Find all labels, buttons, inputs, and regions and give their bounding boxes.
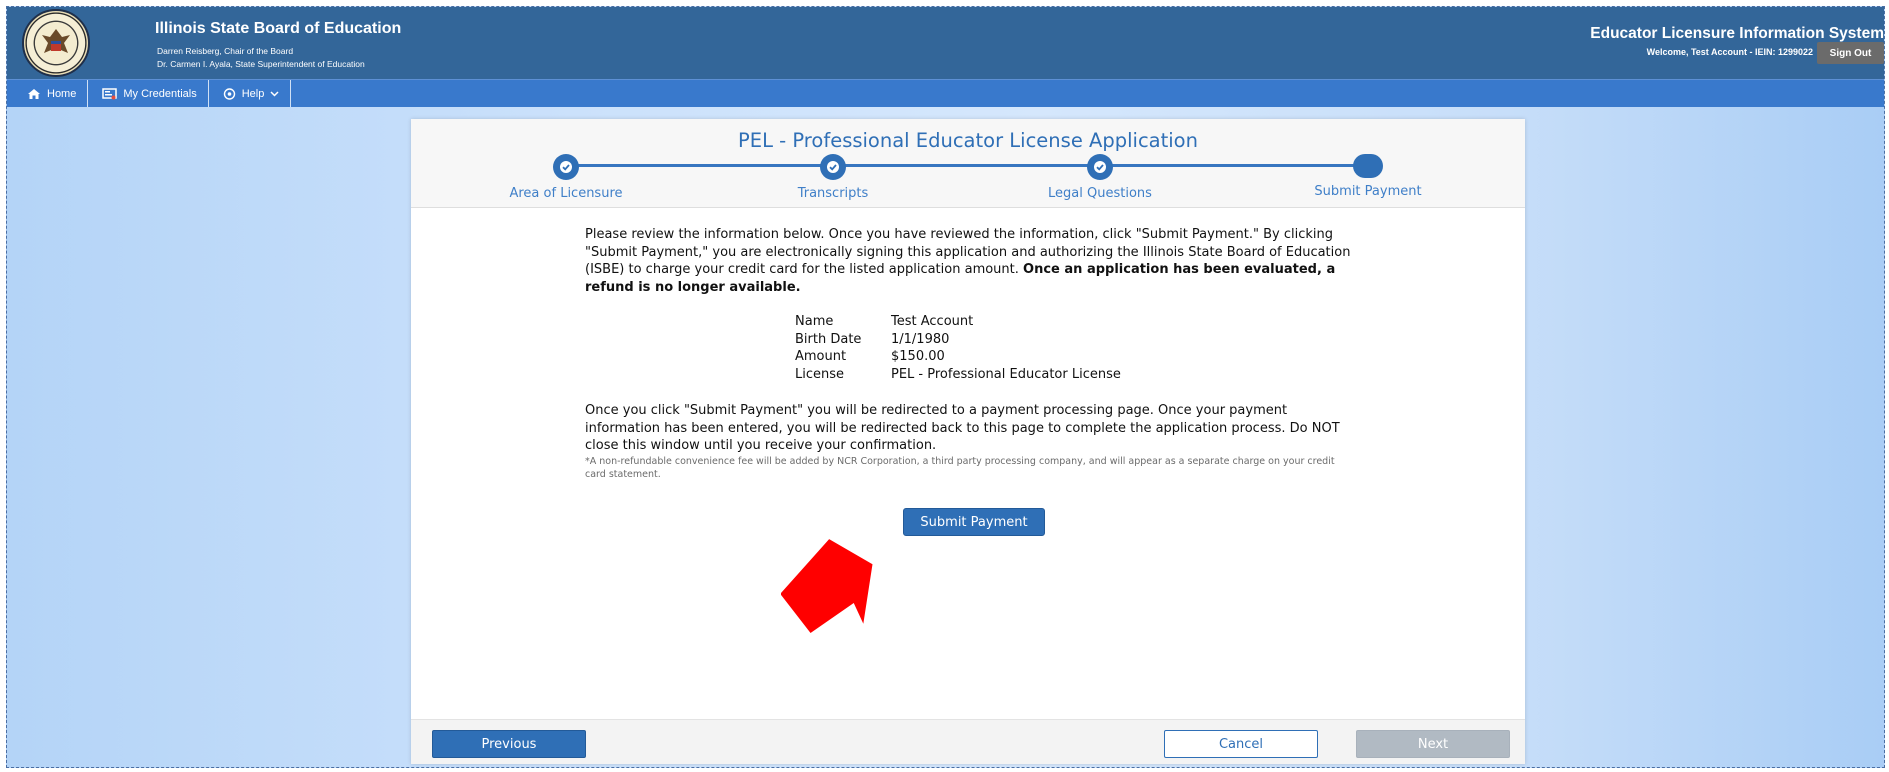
detail-label: Birth Date <box>795 331 862 347</box>
detail-value: 1/1/1980 <box>891 331 950 347</box>
browser-viewport: Illinois State Board of Education Darren… <box>6 6 1885 768</box>
detail-value: $150.00 <box>891 349 945 364</box>
detail-row: Name Test Account <box>795 313 1121 331</box>
detail-row: Amount $150.00 <box>795 348 1121 366</box>
site-banner: Illinois State Board of Education Darren… <box>7 7 1884 79</box>
fee-note: *A non-refundable convenience fee will b… <box>585 455 1335 480</box>
red-arrow-icon <box>781 539 873 634</box>
credentials-icon <box>102 87 118 99</box>
step-current-dot <box>1353 154 1383 178</box>
state-seal-icon <box>22 9 90 77</box>
help-icon <box>223 87 235 100</box>
step-label: Area of Licensure <box>509 186 623 201</box>
page-title: PEL - Professional Educator License Appl… <box>738 129 1198 152</box>
nav-item-label: Home <box>47 87 77 100</box>
step-complete-dot <box>1087 154 1113 180</box>
step-label: Submit Payment <box>1314 184 1422 199</box>
step-submit-payment: Submit Payment <box>1268 154 1468 199</box>
step-complete-dot <box>820 154 846 180</box>
nav-item-home[interactable]: Home <box>7 80 89 107</box>
intro-paragraph: Please review the information below. Onc… <box>585 226 1355 296</box>
detail-row: License PEL - Professional Educator Lice… <box>795 366 1121 384</box>
system-title: Educator Licensure Information System <box>1590 25 1884 42</box>
nav-item-my-credentials[interactable]: My Credentials <box>88 80 209 107</box>
home-icon <box>28 88 40 99</box>
next-button[interactable]: Next <box>1356 730 1510 758</box>
detail-value: PEL - Professional Educator License <box>891 366 1121 382</box>
main-nav: Home My Credentials Help <box>7 79 1884 107</box>
detail-label: License <box>795 366 845 382</box>
check-icon <box>560 161 572 173</box>
welcome-text: Welcome, Test Account - IEIN: 1299022 <box>1646 47 1813 57</box>
superintendent-line: Dr. Carmen I. Ayala, State Superintenden… <box>157 59 365 69</box>
application-card: PEL - Professional Educator License Appl… <box>411 119 1525 764</box>
applicant-details: Name Test Account Birth Date 1/1/1980 Am… <box>795 313 1121 383</box>
redirect-paragraph: Once you click "Submit Payment" you will… <box>585 403 1340 453</box>
nav-item-help[interactable]: Help <box>209 80 292 107</box>
detail-row: Birth Date 1/1/1980 <box>795 331 1121 349</box>
chair-line: Darren Reisberg, Chair of the Board <box>157 46 294 56</box>
nav-item-label: Help <box>241 87 265 100</box>
chevron-down-icon <box>270 90 279 97</box>
step-transcripts: Transcripts <box>733 154 933 201</box>
step-label: Transcripts <box>797 186 869 201</box>
step-complete-dot <box>553 154 579 180</box>
previous-button[interactable]: Previous <box>432 730 586 758</box>
review-content: Please review the information below. Onc… <box>585 226 1355 481</box>
progress-line <box>566 164 1368 167</box>
detail-value: Test Account <box>891 314 974 329</box>
nav-item-label: My Credentials <box>123 87 197 100</box>
application-header: PEL - Professional Educator License Appl… <box>411 119 1525 208</box>
cancel-button[interactable]: Cancel <box>1164 730 1318 758</box>
wizard-footer: Previous Cancel Next <box>411 719 1525 764</box>
detail-label: Amount <box>795 349 847 364</box>
submit-payment-button[interactable]: Submit Payment <box>903 508 1045 536</box>
step-legal-questions: Legal Questions <box>1000 154 1200 201</box>
org-title: Illinois State Board of Education <box>155 20 402 37</box>
check-icon <box>827 161 839 173</box>
check-icon <box>1094 161 1106 173</box>
sign-out-button[interactable]: Sign Out <box>1817 42 1884 64</box>
step-label: Legal Questions <box>1048 186 1152 201</box>
step-area-of-licensure: Area of Licensure <box>466 154 666 201</box>
detail-label: Name <box>795 314 834 329</box>
